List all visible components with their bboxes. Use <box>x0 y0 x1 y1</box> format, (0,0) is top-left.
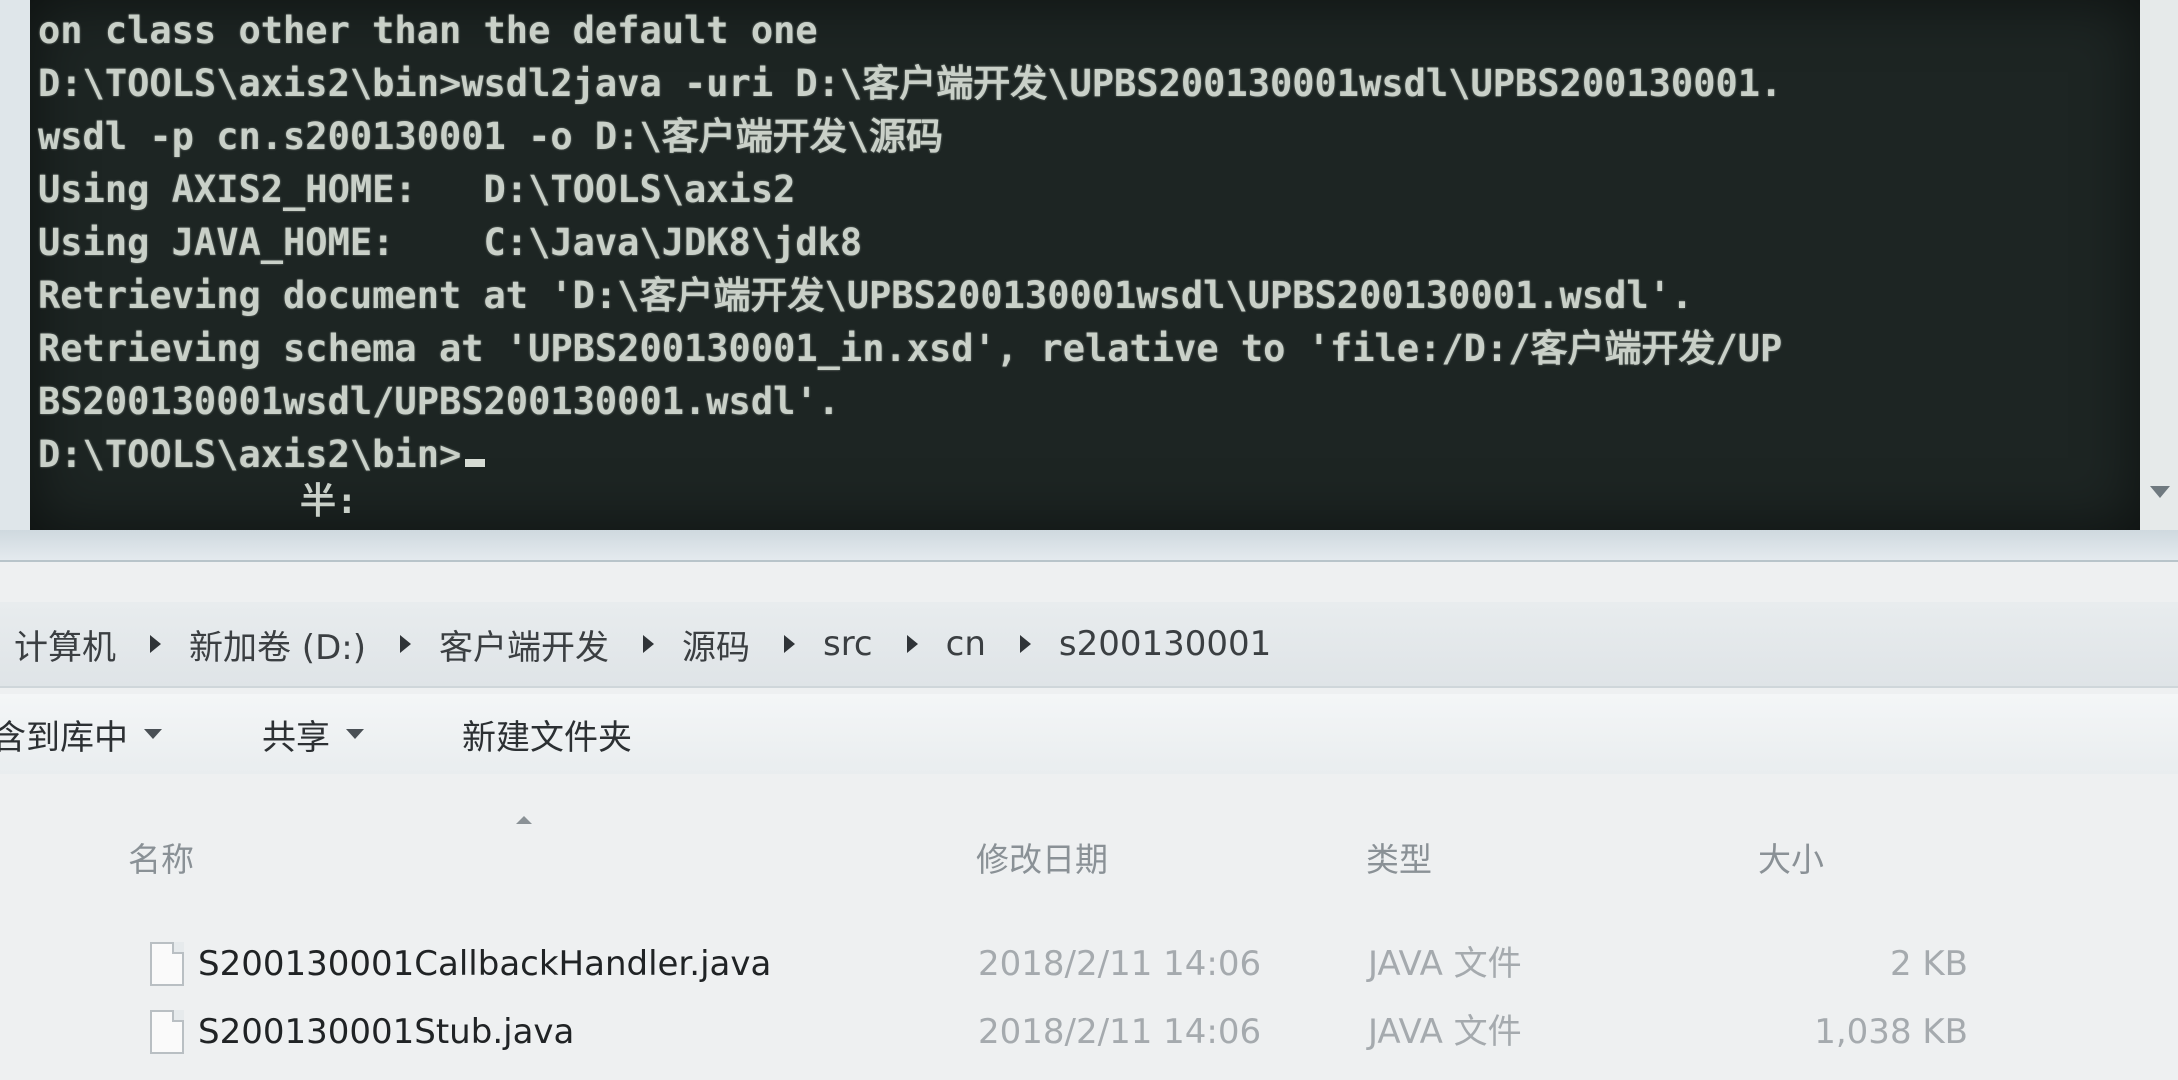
column-header-row: 名称 修改日期 类型 大小 <box>0 816 2178 890</box>
file-modified-date: 2018/2/11 14:06 <box>978 1012 1262 1052</box>
console-output-area[interactable]: on class other than the default one D:\T… <box>30 0 2140 530</box>
column-header-name[interactable]: 名称 <box>128 833 194 881</box>
breadcrumb-item-volume[interactable]: 新加卷 (D:) <box>189 620 439 669</box>
chevron-right-icon[interactable] <box>642 635 654 653</box>
include-in-library-button[interactable]: 含到库中 <box>0 710 162 759</box>
breadcrumb-item-client-dev[interactable]: 客户端开发 <box>439 620 682 669</box>
explorer-toolbar: 含到库中 共享 新建文件夹 <box>0 694 2178 774</box>
chevron-down-icon <box>144 729 162 739</box>
file-type: JAVA 文件 <box>1368 1012 1522 1052</box>
console-lines: on class other than the default one D:\T… <box>38 4 1782 481</box>
breadcrumb-item-src[interactable]: src <box>823 624 946 664</box>
column-header-modified[interactable]: 修改日期 <box>976 833 1108 881</box>
chevron-right-icon[interactable] <box>1019 635 1031 653</box>
file-explorer-window: 计算机 新加卷 (D:) 客户端开发 源码 src cn s200130001 … <box>0 562 2178 1080</box>
console-line: BS200130001wsdl/UPBS200130001.wsdl'. <box>38 380 840 423</box>
breadcrumb-item-cn[interactable]: cn <box>946 624 1059 664</box>
console-window-border <box>0 530 2178 562</box>
column-header-size[interactable]: 大小 <box>1758 833 1824 881</box>
chevron-down-icon <box>346 729 364 739</box>
file-row[interactable]: S200130001CallbackHandler.java 2018/2/11… <box>0 934 2178 1000</box>
console-line: on class other than the default one <box>38 9 818 52</box>
java-file-icon <box>150 942 184 986</box>
breadcrumb-item-package[interactable]: s200130001 <box>1059 624 1271 664</box>
file-size: 2 KB <box>1889 944 1968 984</box>
ime-status-indicator: 半: <box>300 481 358 522</box>
file-name: S200130001CallbackHandler.java <box>198 944 772 984</box>
file-modified-date: 2018/2/11 14:06 <box>978 944 1262 984</box>
breadcrumb[interactable]: 计算机 新加卷 (D:) 客户端开发 源码 src cn s200130001 <box>0 602 2178 688</box>
console-line: wsdl -p cn.s200130001 -o D:\客户端开发\源码 <box>38 115 944 158</box>
console-window: on class other than the default one D:\T… <box>0 0 2178 562</box>
breadcrumb-item-computer[interactable]: 计算机 <box>0 620 189 669</box>
sort-ascending-icon <box>516 816 532 824</box>
file-row[interactable]: S200130001Stub.java 2018/2/11 14:06 JAVA… <box>0 1002 2178 1068</box>
breadcrumb-item-source[interactable]: 源码 <box>682 620 823 669</box>
column-header-type[interactable]: 类型 <box>1366 833 1432 881</box>
java-file-icon <box>150 1010 184 1054</box>
chevron-right-icon[interactable] <box>906 635 918 653</box>
scroll-down-arrow-icon[interactable] <box>2150 486 2170 498</box>
share-button[interactable]: 共享 <box>262 710 364 759</box>
chevron-right-icon[interactable] <box>150 635 161 653</box>
console-line: Using AXIS2_HOME: D:\TOOLS\axis2 <box>38 168 796 211</box>
file-size: 1,038 KB <box>1814 1012 1968 1052</box>
console-line: D:\TOOLS\axis2\bin>wsdl2java -uri D:\客户端… <box>38 62 1783 105</box>
console-prompt: D:\TOOLS\axis2\bin> <box>38 433 462 476</box>
text-cursor <box>465 459 486 467</box>
new-folder-button[interactable]: 新建文件夹 <box>462 710 632 759</box>
console-line: Retrieving schema at 'UPBS200130001_in.x… <box>38 327 1783 370</box>
console-line: Using JAVA_HOME: C:\Java\JDK8\jdk8 <box>38 221 863 264</box>
chevron-right-icon[interactable] <box>783 635 795 653</box>
file-name: S200130001Stub.java <box>198 1012 575 1052</box>
chevron-right-icon[interactable] <box>399 635 411 653</box>
file-type: JAVA 文件 <box>1368 944 1522 984</box>
console-scrollbar[interactable] <box>2140 0 2178 530</box>
console-line: Retrieving document at 'D:\客户端开发\UPBS200… <box>38 274 1694 317</box>
